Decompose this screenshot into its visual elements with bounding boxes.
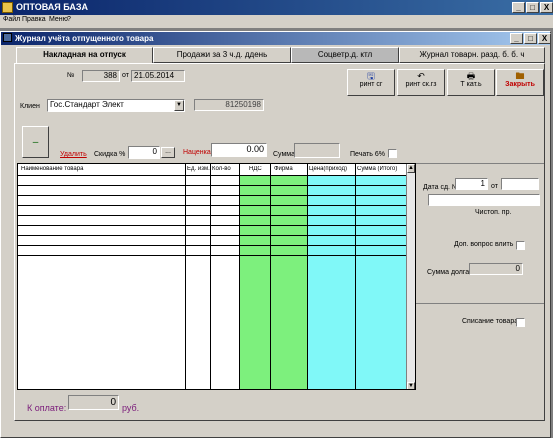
markup-field[interactable]: 0.00 [211,143,267,157]
doc-date-field: 21.05.2014 [131,70,185,82]
writeoff-checkbox[interactable] [516,318,525,327]
child-close-button[interactable]: X [538,33,551,44]
col-price-header[interactable]: Цена(приход) [309,166,356,172]
discount-label: Скидка % [94,151,126,158]
right-divider-2 [416,303,544,304]
maximize-button[interactable]: □ [526,2,539,13]
menu-file[interactable]: Файл [3,16,20,23]
deal-number-field[interactable]: 1 [455,178,488,190]
sum-label: Сумма [273,151,295,158]
minimize-button[interactable]: _ [512,2,525,13]
deal-date-field[interactable] [501,178,539,190]
client-code-field: 81250198 [194,99,264,111]
col-unit-header[interactable]: Ед. изм. [187,166,211,172]
printer-alt-icon: 🖶 [466,71,476,81]
menu-bar: Файл Правка Меню ? [0,15,553,27]
child-maximize-button[interactable]: □ [524,33,537,44]
col-firm-header[interactable]: Фирма [274,166,308,172]
doc-number-field: 388 [82,70,120,82]
client-label: Клиен [20,103,40,110]
col-qty-header[interactable]: Кол-во [212,166,239,172]
print-six-checkbox[interactable] [388,149,397,158]
scroll-down-icon[interactable]: ▼ [407,382,415,389]
table-row[interactable] [18,255,409,256]
print-invoice-label: Т кат.ь [460,81,482,88]
menu-edit[interactable]: Правка [22,16,46,23]
deal-label: Дата сд. № [423,184,460,191]
currency-label: руб. [122,403,140,413]
close-window-label: Закрыть [505,81,535,88]
tab-reports[interactable]: Соцветр.д. ктл [291,47,399,63]
note-field[interactable] [428,194,540,206]
undo-icon: ↶ [417,71,425,81]
print-button[interactable]: 🖫 ринт сг [347,69,395,96]
col-name-header[interactable]: Наименование товара [21,166,184,172]
add-icon: – [32,137,39,148]
items-table[interactable]: Наименование товара Ед. изм. Кол-во НДС … [17,163,416,390]
table-row[interactable] [18,215,409,216]
writeoff-label: Списание товара [462,318,519,325]
discount-browse-button[interactable]: ... [161,147,175,158]
note-label: Чистоп. пр. [475,209,512,216]
col-vat-header[interactable]: НДС [249,166,271,172]
doc-number-label: № [67,72,75,79]
app-titlebar: ОПТОВАЯ БАЗА _ □ X [0,0,553,15]
markup-label: Наценка [183,149,211,156]
total-label: К оплате: [27,403,67,413]
doc-date-label: от [122,72,129,79]
print-button-label: ринт сг [359,81,383,88]
delete-link[interactable]: Удалить [60,151,87,158]
add-item-button[interactable]: – [22,126,49,158]
table-row[interactable] [18,195,409,196]
right-divider [416,163,544,164]
client-select[interactable]: Гос.Стандарт Элект ▼ [47,99,185,112]
chevron-down-icon[interactable]: ▼ [174,100,184,111]
print-six-label: Печать 6% [350,151,385,158]
child-minimize-button[interactable]: _ [510,33,523,44]
sum-field [294,143,340,158]
table-row[interactable] [18,205,409,206]
child-title: Журнал учёта отпущенного товара [15,34,154,43]
scroll-up-icon[interactable]: ▲ [407,164,415,173]
table-row[interactable] [18,245,409,246]
menu-menu[interactable]: Меню [49,16,68,23]
col-total-header[interactable]: Сумма (Итого) [357,166,409,172]
child-titlebar: Журнал учёта отпущенного товара _ □ X [1,32,551,45]
printer-icon: 🖫 [367,71,375,81]
extra-question-label: Доп. вопрос влить [454,241,514,248]
app-icon [2,2,13,13]
close-button[interactable]: X [540,2,553,13]
print-check-label: ринт ск.гз [405,81,437,88]
journal-icon [3,33,12,42]
app-title: ОПТОВАЯ БАЗА [16,2,89,12]
close-window-button[interactable]: 🖿 Закрыть [496,69,544,96]
extra-question-checkbox[interactable] [516,241,525,250]
tab-invoice[interactable]: Накладная на отпуск [16,47,153,64]
table-scrollbar[interactable]: ▲ ▼ [406,164,415,389]
print-check-button[interactable]: ↶ ринт ск.гз [397,69,445,96]
print-invoice-button[interactable]: 🖶 Т кат.ь [447,69,495,96]
client-select-value: Гос.Стандарт Элект [50,100,124,109]
tab-journal[interactable]: Журнал товарн. разд. б. б. ч [399,47,545,63]
table-row[interactable] [18,185,409,186]
deal-from-label: от [491,183,498,190]
debt-label: Сумма долга [427,269,470,276]
table-row[interactable] [18,235,409,236]
table-row[interactable] [18,225,409,226]
tab-sales[interactable]: Продажи за 3 ч.д. ддень [153,47,291,63]
door-icon: 🖿 [515,71,525,81]
discount-field[interactable]: 0 [128,146,160,159]
menu-help[interactable]: ? [67,16,71,23]
total-field: 0 [68,395,119,410]
debt-field: 0 [469,263,523,275]
table-header: Наименование товара Ед. изм. Кол-во НДС … [18,164,415,176]
